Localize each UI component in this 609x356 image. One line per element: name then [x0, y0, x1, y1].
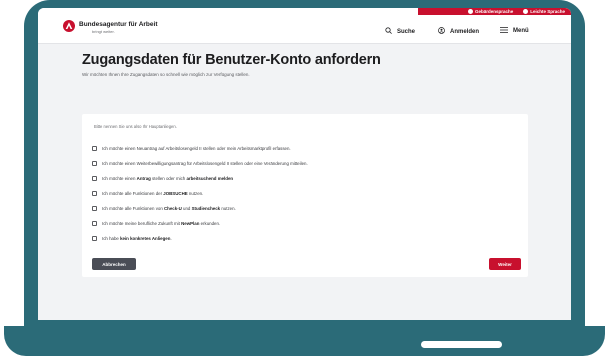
top-utility-bar: Gebärdensprache Leichte Sprache: [38, 8, 571, 15]
option-weiterbewilligung[interactable]: Ich möchte einen Weiterbewilligungsantra…: [92, 161, 308, 166]
checkbox[interactable]: [92, 146, 97, 151]
checkbox[interactable]: [92, 236, 97, 241]
menu-button[interactable]: Menü: [500, 27, 529, 35]
option-check-u[interactable]: Ich möchte alle Funktionen von Check-U u…: [92, 206, 236, 211]
easy-language-link[interactable]: Leichte Sprache: [523, 9, 565, 15]
browser-screen: Gebärdensprache Leichte Sprache Bundesag…: [38, 8, 571, 320]
brand-tagline: bringt weiter.: [92, 29, 115, 34]
hamburger-icon: [500, 27, 508, 35]
checkbox[interactable]: [92, 191, 97, 196]
brand-name[interactable]: Bundesagentur für Arbeit: [79, 21, 158, 28]
page-title: Zugangsdaten für Benutzer-Konto anforder…: [82, 52, 381, 68]
hand-icon: [467, 9, 473, 15]
page-subtitle: Wir möchten Ihnen Ihre Zugangsdaten so s…: [82, 72, 250, 77]
site-header: Bundesagentur für Arbeit bringt weiter. …: [38, 15, 571, 44]
laptop-base: [4, 326, 605, 356]
option-jobsuche[interactable]: Ich möchte alle Funktionen der JOBSUCHE …: [92, 191, 203, 196]
user-icon: [438, 27, 445, 36]
sign-language-link[interactable]: Gebärdensprache: [467, 9, 513, 15]
option-newplan[interactable]: Ich möchte meine berufliche Zukunft mit …: [92, 221, 220, 226]
laptop-base-slot: [421, 341, 502, 348]
cancel-button[interactable]: Abbrechen: [92, 258, 136, 270]
option-antrag-arbeitsuchend[interactable]: Ich möchte einen Antrag stellen oder mic…: [92, 176, 233, 181]
form-hint: Bitte nennen Sie uns also Ihr Hauptanlie…: [94, 124, 177, 129]
ba-logo-icon[interactable]: [63, 20, 75, 32]
request-form-card: Bitte nennen Sie uns also Ihr Hauptanlie…: [82, 114, 528, 277]
checkbox[interactable]: [92, 161, 97, 166]
checkbox[interactable]: [92, 176, 97, 181]
easy-language-icon: [523, 9, 529, 15]
accessibility-links: Gebärdensprache Leichte Sprache: [418, 8, 571, 15]
option-kein-anliegen[interactable]: Ich habe kein konkretes Anliegen.: [92, 236, 172, 241]
search-icon: [385, 27, 392, 36]
checkbox[interactable]: [92, 221, 97, 226]
next-button[interactable]: Weiter: [489, 258, 521, 270]
search-button[interactable]: Suche: [385, 27, 415, 36]
checkbox[interactable]: [92, 206, 97, 211]
login-button[interactable]: Anmelden: [438, 27, 479, 36]
option-neuantrag[interactable]: Ich möchte einen Neuantrag auf Arbeitslo…: [92, 146, 291, 151]
